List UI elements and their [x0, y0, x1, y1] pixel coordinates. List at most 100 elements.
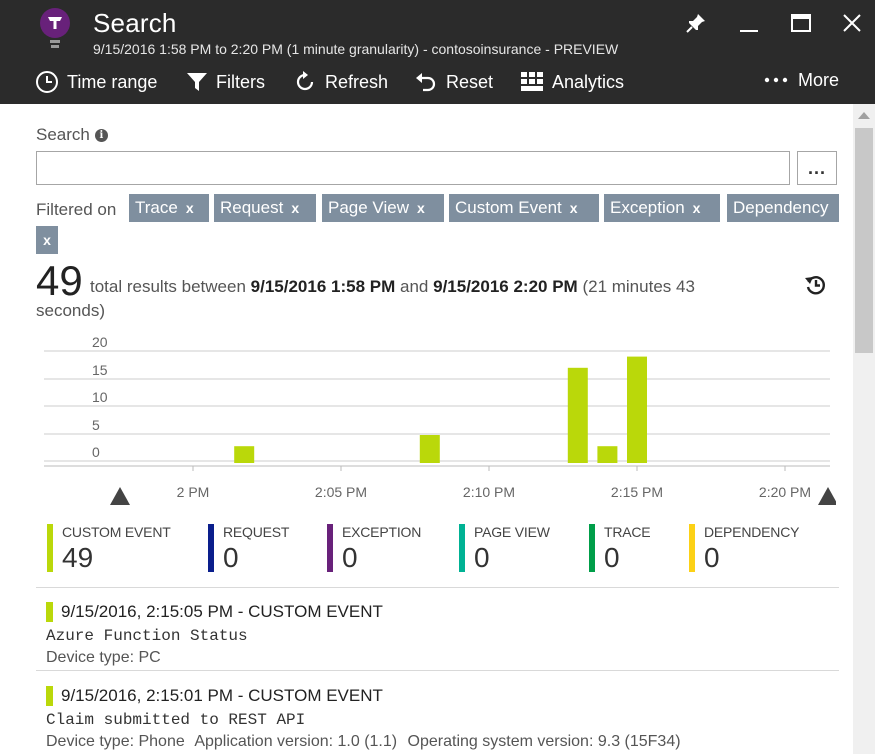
legend-label: DEPENDENCY: [704, 524, 800, 540]
filter-chip-dependency: Dependency: [727, 194, 839, 222]
maximize-button[interactable]: [786, 8, 816, 38]
range-end: 9/15/2016 2:20 PM: [433, 277, 578, 296]
event-message: Claim submitted to REST API: [46, 711, 306, 729]
refresh-icon: [296, 71, 314, 91]
analytics-button[interactable]: Analytics: [520, 68, 624, 96]
remove-filter-button[interactable]: x: [186, 200, 194, 216]
remove-filter-button[interactable]: x: [693, 200, 701, 216]
blade-content: Search i ... Filtered on Trace x Request x P…: [0, 104, 853, 754]
range-start: 9/15/2016 1:58 PM: [250, 277, 396, 296]
range-start-handle-icon: [110, 487, 130, 505]
grid-icon: [521, 72, 543, 91]
results-histogram[interactable]: 20 15 10 5 0 2 PM 2:05 PM 2:10 PM 2:15 PM 2:20 PM: [36, 329, 836, 524]
legend-color-bar: [589, 524, 595, 572]
y-tick-label: 20: [92, 334, 108, 350]
remove-filter-button[interactable]: x: [417, 200, 425, 216]
filter-chip-page-view: Page View x: [322, 194, 444, 222]
refresh-label: Refresh: [325, 71, 389, 92]
event-property: Device type: Phone: [46, 733, 185, 750]
filtered-on-label: Filtered on: [36, 200, 117, 219]
legend-count: 0: [474, 542, 490, 573]
filter-chip-label: Dependency: [733, 198, 829, 217]
info-icon[interactable]: i: [94, 128, 108, 142]
legend-color-bar: [689, 524, 695, 572]
ellipsis-icon: [764, 77, 788, 83]
event-properties: Device type: PC: [46, 649, 167, 667]
event-title: 9/15/2016, 2:15:01 PM - CUSTOM EVENT: [61, 686, 383, 705]
event-property: Application version: 1.0 (1.1): [194, 733, 398, 750]
search-label: Search i: [36, 125, 108, 145]
lightbulb-app-icon: [40, 8, 70, 48]
legend-count: 0: [223, 542, 239, 573]
time-range-label: Time range: [67, 71, 158, 92]
legend-color-bar: [327, 524, 333, 572]
x-tick-label: 2:20 PM: [759, 484, 811, 500]
maximize-icon: [791, 14, 811, 32]
total-results-text: total results between 9/15/2016 1:58 PM …: [90, 277, 695, 297]
histogram-bar: [567, 367, 588, 463]
time-range-button[interactable]: Time range: [35, 68, 157, 96]
histogram-bar: [597, 446, 618, 463]
custom-event-marker: [46, 602, 53, 622]
custom-event-marker: [46, 686, 53, 706]
filter-chip-label: Trace: [135, 198, 178, 217]
undo-icon: [416, 73, 436, 92]
duration-text-cont: seconds): [36, 301, 105, 320]
vertical-scrollbar[interactable]: [853, 104, 875, 754]
duration-text: (21 minutes 43: [582, 277, 695, 296]
search-label-text: Search: [36, 125, 90, 144]
search-options-button[interactable]: ...: [797, 151, 837, 185]
close-icon: [843, 14, 861, 32]
y-tick-label: 5: [92, 417, 100, 433]
y-tick-label: 15: [92, 362, 108, 378]
more-label: More: [798, 69, 840, 90]
event-properties: Device type: Phone Application version: …: [46, 733, 687, 751]
event-message: Azure Function Status: [46, 627, 248, 645]
reset-button[interactable]: Reset: [414, 68, 493, 96]
filter-chip-custom-event: Custom Event x: [449, 194, 599, 222]
pin-button[interactable]: [681, 8, 711, 38]
legend-color-bar: [459, 524, 465, 572]
divider: [36, 670, 839, 671]
close-button[interactable]: [837, 8, 867, 38]
legend-count: 49: [62, 542, 94, 573]
filter-chip-exception: Exception x: [604, 194, 720, 222]
legend-label: TRACE: [604, 524, 651, 540]
scroll-thumb[interactable]: [855, 128, 873, 353]
command-bar: Time range Filters Refresh Reset Analyti…: [0, 64, 875, 100]
event-row[interactable]: 9/15/2016, 2:15:01 PM - CUSTOM EVENT Cla…: [46, 686, 846, 754]
legend-color-bar: [208, 524, 214, 572]
page-subtitle: 9/15/2016 1:58 PM to 2:20 PM (1 minute g…: [93, 41, 619, 57]
minimize-button[interactable]: [734, 8, 764, 38]
x-tick-label: 2:05 PM: [315, 484, 367, 500]
filter-chip-request: Request x: [214, 194, 316, 222]
histogram-bar: [627, 356, 647, 463]
x-tick-label: 2:15 PM: [611, 484, 663, 500]
filters-button[interactable]: Filters: [186, 68, 265, 96]
range-end-handle-icon: [818, 487, 836, 505]
remove-filter-button[interactable]: x: [570, 200, 578, 216]
filter-chip-trace: Trace x: [129, 194, 209, 222]
search-input[interactable]: [36, 151, 790, 185]
history-icon[interactable]: [804, 273, 828, 297]
analytics-label: Analytics: [552, 71, 625, 92]
filter-chip-label: Page View: [328, 198, 409, 217]
x-tick-label: 2:10 PM: [463, 484, 515, 500]
remove-filter-button[interactable]: x: [36, 226, 58, 254]
scroll-up-arrow-icon[interactable]: [858, 112, 870, 119]
remove-filter-button[interactable]: x: [291, 200, 299, 216]
funnel-icon: [187, 73, 207, 91]
pin-icon: [686, 14, 705, 33]
event-title: 9/15/2016, 2:15:05 PM - CUSTOM EVENT: [61, 602, 383, 621]
legend-label: EXCEPTION: [342, 524, 422, 540]
more-menu-button[interactable]: More: [764, 66, 839, 94]
legend-label: REQUEST: [223, 524, 290, 540]
legend-color-bar: [47, 524, 53, 572]
and-text: and: [400, 277, 429, 296]
minimize-icon: [740, 30, 758, 32]
y-tick-label: 0: [92, 444, 100, 460]
legend-label: CUSTOM EVENT: [62, 524, 171, 540]
refresh-button[interactable]: Refresh: [293, 68, 388, 96]
event-property: Device type: PC: [46, 649, 161, 666]
event-row[interactable]: 9/15/2016, 2:15:05 PM - CUSTOM EVENT Azu…: [46, 602, 846, 672]
